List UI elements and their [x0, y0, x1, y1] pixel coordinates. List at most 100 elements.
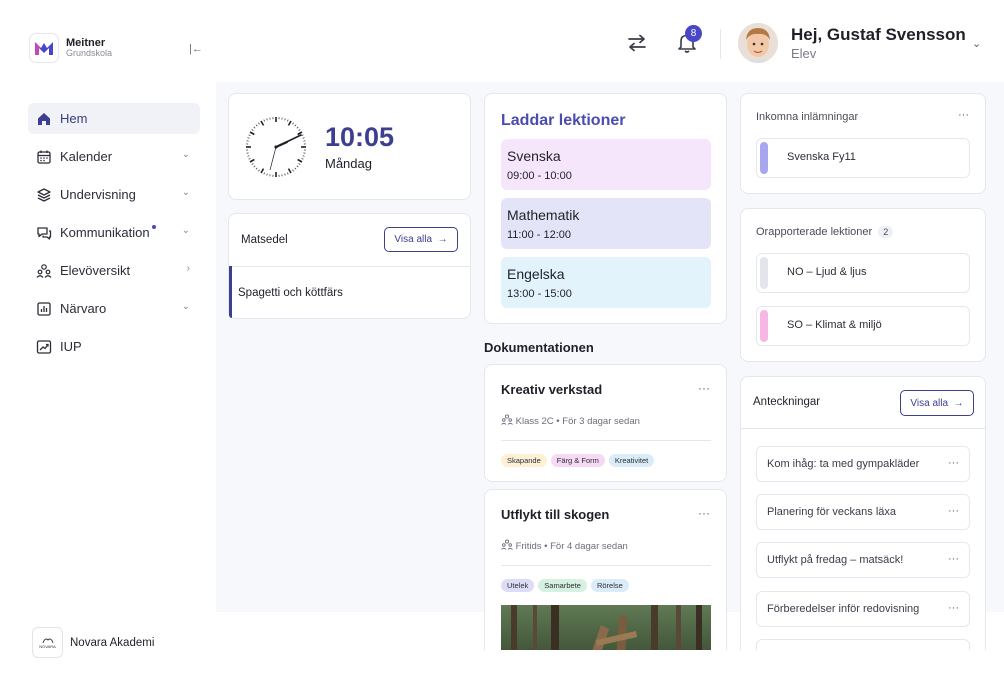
divider	[501, 440, 711, 441]
organization[interactable]: NOVARA Novara Akademi	[32, 627, 154, 658]
organization-logo-text: NOVARA	[39, 644, 56, 649]
documentation-heading: Dokumentationen	[484, 340, 594, 355]
note-text: Planering för veckans läxa	[767, 506, 897, 518]
lessons-card: Laddar lektioner Svenska 09:00 - 10:00 M…	[484, 93, 727, 324]
lesson-time: 13:00 - 15:00	[507, 288, 572, 300]
documentation-group: Klass 2C	[515, 415, 554, 427]
bottom-fade	[216, 650, 1004, 680]
chevron-down-icon[interactable]: ⌄	[972, 37, 981, 50]
lesson-name: Engelska	[507, 266, 565, 282]
sidebar-item-elevoversikt[interactable]: Elevöversikt ›	[28, 255, 200, 286]
clock-widget: 10:05 Måndag	[228, 93, 471, 200]
documentation-card[interactable]: Kreativ verkstad ··· Klass 2C • För 3 da…	[484, 364, 727, 482]
documentation-meta: Fritids • För 4 dagar sedan	[501, 539, 628, 553]
sidebar-item-undervisning[interactable]: Undervisning ⌄	[28, 179, 200, 210]
more-icon[interactable]: ···	[698, 506, 710, 520]
chat-icon	[36, 225, 52, 241]
analog-clock-icon	[245, 116, 307, 178]
sidebar-item-kalender[interactable]: Kalender ⌄	[28, 141, 200, 172]
more-icon[interactable]: ···	[948, 602, 959, 614]
lunch-menu-card: Matsedel Visa alla → Spagetti och köttfä…	[228, 213, 471, 319]
documentation-card[interactable]: Utflykt till skogen ··· Fritids • För 4 …	[484, 489, 727, 659]
sidebar-item-label: Kalender	[60, 149, 113, 164]
layers-icon	[36, 187, 52, 203]
lunch-menu-title: Matsedel	[241, 234, 288, 246]
divider	[501, 565, 711, 566]
button-label: Visa alla	[910, 397, 949, 409]
sidebar-item-label: IUP	[60, 339, 82, 354]
lesson-time: 09:00 - 10:00	[507, 170, 572, 182]
more-icon[interactable]: ···	[948, 457, 959, 469]
unreported-lessons-label: Orapporterade lektioner	[756, 226, 873, 238]
submissions-title: Inkomna inlämningar	[756, 111, 859, 123]
sidebar-item-kommunikation[interactable]: Kommunikation ⌄	[28, 217, 200, 248]
user-greeting: Hej, Gustaf Svensson	[791, 25, 966, 44]
divider	[741, 428, 985, 429]
clock-day: Måndag	[325, 156, 372, 171]
unreported-lesson-label: SO – Klimat & miljö	[787, 319, 882, 331]
tag: Utelek	[501, 579, 535, 592]
note-item[interactable]: Planering för veckans läxa ···	[756, 494, 970, 530]
brand-logo	[29, 33, 59, 63]
sidebar-item-narvaro[interactable]: Närvaro ⌄	[28, 293, 200, 324]
sidebar-item-iup[interactable]: IUP	[28, 331, 200, 362]
unreported-lessons-title: Orapporterade lektioner 2	[756, 226, 894, 238]
documentation-group: Fritids	[515, 540, 542, 552]
documentation-time: För 3 dagar sedan	[562, 415, 640, 427]
chevron-down-icon: ⌄	[181, 301, 190, 312]
submission-label: Svenska Fy11	[787, 151, 856, 163]
color-indicator	[760, 310, 768, 342]
lesson-item[interactable]: Svenska 09:00 - 10:00	[501, 139, 711, 190]
sidebar-item-label: Närvaro	[60, 301, 107, 316]
sidebar-collapse-icon[interactable]: |←	[189, 43, 203, 55]
arrow-right-icon: →	[437, 234, 448, 245]
more-icon[interactable]: ···	[958, 109, 969, 121]
sidebar-item-label: Elevöversikt	[60, 263, 131, 278]
lunch-menu-item: Spagetti och köttfärs	[238, 287, 343, 299]
note-item[interactable]: Förberedelser inför redovisning ···	[756, 591, 970, 627]
lessons-title: Laddar lektioner	[501, 112, 626, 129]
more-icon[interactable]: ···	[698, 381, 710, 395]
divider	[720, 29, 721, 59]
count-badge: 2	[878, 226, 894, 238]
note-text: Kom ihåg: ta med gympakläder	[767, 458, 920, 470]
trend-icon	[36, 339, 52, 355]
user-role: Elev	[791, 46, 817, 61]
group-icon	[501, 539, 513, 553]
unreported-lesson-item[interactable]: NO – Ljud & ljus	[756, 253, 970, 293]
sidebar-item-hem[interactable]: Hem	[28, 103, 200, 134]
lesson-time: 11:00 - 12:00	[507, 229, 572, 241]
swap-icon[interactable]	[626, 33, 648, 53]
lesson-name: Svenska	[507, 148, 561, 164]
tag: Skapande	[501, 454, 547, 467]
sidebar-item-label: Hem	[60, 111, 88, 126]
submissions-card: Inkomna inlämningar ··· Svenska Fy11	[740, 93, 986, 194]
tag: Samarbete	[538, 579, 587, 592]
notes-title: Anteckningar	[753, 396, 821, 408]
sidebar-nav: Hem Kalender ⌄ Undervisning ⌄ Kommunikat…	[28, 103, 200, 369]
color-indicator	[760, 257, 768, 289]
documentation-meta: Klass 2C • För 3 dagar sedan	[501, 414, 640, 428]
unreported-lessons-card: Orapporterade lektioner 2 NO – Ljud & lju…	[740, 208, 986, 362]
lesson-item[interactable]: Engelska 13:00 - 15:00	[501, 257, 711, 308]
notification-dot	[151, 224, 156, 229]
home-icon	[36, 111, 52, 127]
unreported-lesson-item[interactable]: SO – Klimat & miljö	[756, 306, 970, 346]
brand[interactable]: Meitner Grundskola	[29, 33, 112, 63]
show-all-notes-button[interactable]: Visa alla →	[900, 390, 974, 416]
more-icon[interactable]: ···	[948, 553, 959, 565]
calendar-icon	[36, 149, 52, 165]
note-item[interactable]: Utflykt på fredag – matsäck! ···	[756, 542, 970, 578]
submission-item[interactable]: Svenska Fy11	[756, 138, 970, 178]
lesson-item[interactable]: Mathematik 11:00 - 12:00	[501, 198, 711, 249]
more-icon[interactable]: ···	[948, 505, 959, 517]
tag-list: Skapande Färg & Form Kreativitet	[501, 454, 658, 467]
show-all-menu-button[interactable]: Visa alla →	[384, 227, 458, 252]
people-icon	[36, 263, 52, 279]
avatar[interactable]	[738, 23, 778, 63]
note-item[interactable]: Kom ihåg: ta med gympakläder ···	[756, 446, 970, 482]
notification-count-badge: 8	[685, 25, 702, 42]
organization-logo: NOVARA	[32, 627, 63, 658]
sidebar-item-label: Kommunikation	[60, 225, 150, 240]
menu-accent-bar	[229, 266, 232, 318]
